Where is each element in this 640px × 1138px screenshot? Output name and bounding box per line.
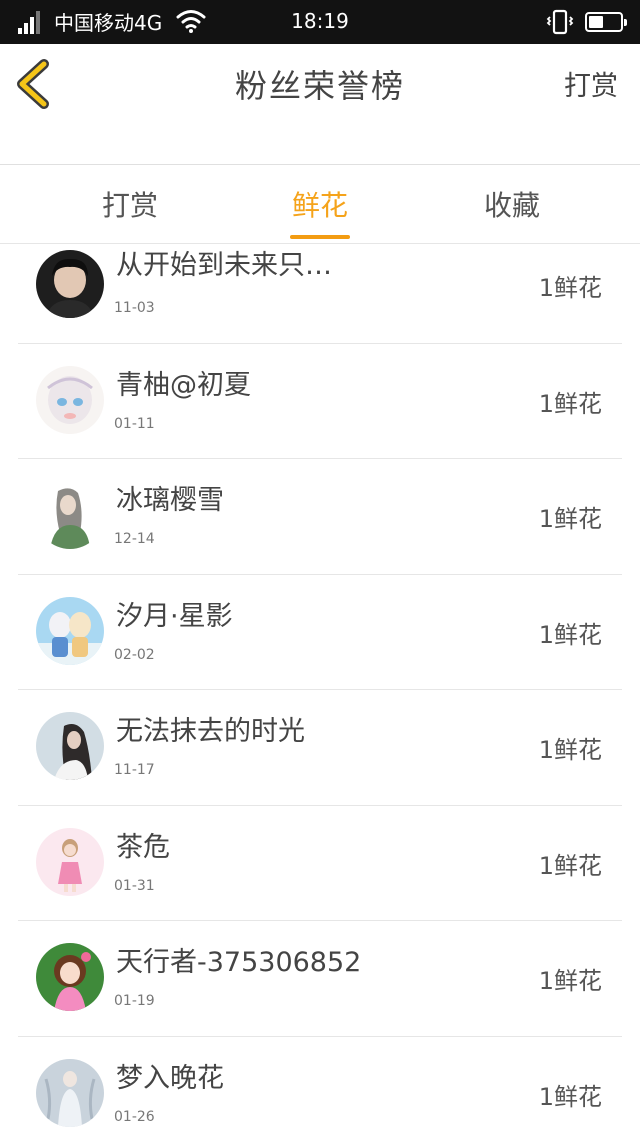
list-item[interactable]: 冰璃樱雪 12-14 1鲜花 [0,459,640,575]
clock: 18:19 [291,9,349,33]
avatar-fantasy-woman [36,1058,104,1127]
fan-date: 12-14 [114,531,155,547]
avatar-doll-girl [36,943,104,1011]
fan-date: 01-19 [114,993,155,1009]
fan-name: 汐月·星影 [116,600,233,632]
gift-count: 1鲜花 [538,505,602,533]
gift-count: 1鲜花 [538,274,602,302]
battery-icon [585,12,627,32]
avatar-anime-pair [36,596,104,665]
tabs-divider [0,243,640,244]
page-title: 粉丝荣誉榜 [234,67,405,105]
fan-name: 茶危 [116,831,170,863]
avatar-pixel-girl [36,827,104,896]
vibrate-icon [546,9,574,35]
gift-count: 1鲜花 [538,1082,602,1111]
list-item[interactable]: 汐月·星影 02-02 1鲜花 [0,575,640,690]
fan-list[interactable]: 从开始到未来只… 11-03 1鲜花 青柚@初夏 01-11 1鲜花 冰璃樱雪 … [0,228,640,1138]
tab-label: 打赏 [101,189,158,222]
list-item[interactable]: 无法抹去的时光 11-17 1鲜花 [0,690,640,806]
list-item[interactable]: 天行者-375306852 01-19 1鲜花 [0,921,640,1037]
list-item[interactable]: 茶危 01-31 1鲜花 [0,806,640,921]
fan-name: 梦入晚花 [116,1062,224,1094]
gift-count: 1鲜花 [538,389,602,418]
fan-name: 天行者-375306852 [116,947,362,978]
fan-date: 11-03 [114,300,155,316]
fan-date: 01-11 [114,415,155,432]
fan-date: 01-31 [114,877,155,894]
fan-date: 02-02 [114,646,155,663]
gift-count: 1鲜花 [538,851,602,880]
list-item[interactable]: 青柚@初夏 01-11 1鲜花 [0,344,640,459]
gift-count: 1鲜花 [538,736,602,764]
list-item[interactable]: 梦入晚花 01-26 1鲜花 [0,1037,640,1138]
list-item[interactable]: 从开始到未来只… 11-03 1鲜花 [0,228,640,344]
avatar-anime-girl [36,365,104,434]
fan-name: 从开始到未来只… [116,250,332,281]
tab-label: 收藏 [483,189,540,222]
battery-level [589,16,603,28]
fan-name: 无法抹去的时光 [116,716,305,747]
avatar-photo-woman [36,712,104,780]
gift-count: 1鲜花 [538,620,602,649]
avatar-illustration-girl [36,481,104,549]
fan-name: 冰璃樱雪 [116,485,224,516]
back-button[interactable] [10,56,60,112]
fan-date: 11-17 [114,762,155,778]
gift-count: 1鲜花 [538,967,602,995]
tip-action-button[interactable]: 打赏 [564,70,618,104]
tab-label: 鲜花 [291,189,348,222]
status-bar: 中国移动4G 18:19 [0,0,640,44]
avatar-photo-boy [36,250,104,318]
fan-date: 01-26 [114,1108,155,1125]
fan-name: 青柚@初夏 [116,369,251,401]
